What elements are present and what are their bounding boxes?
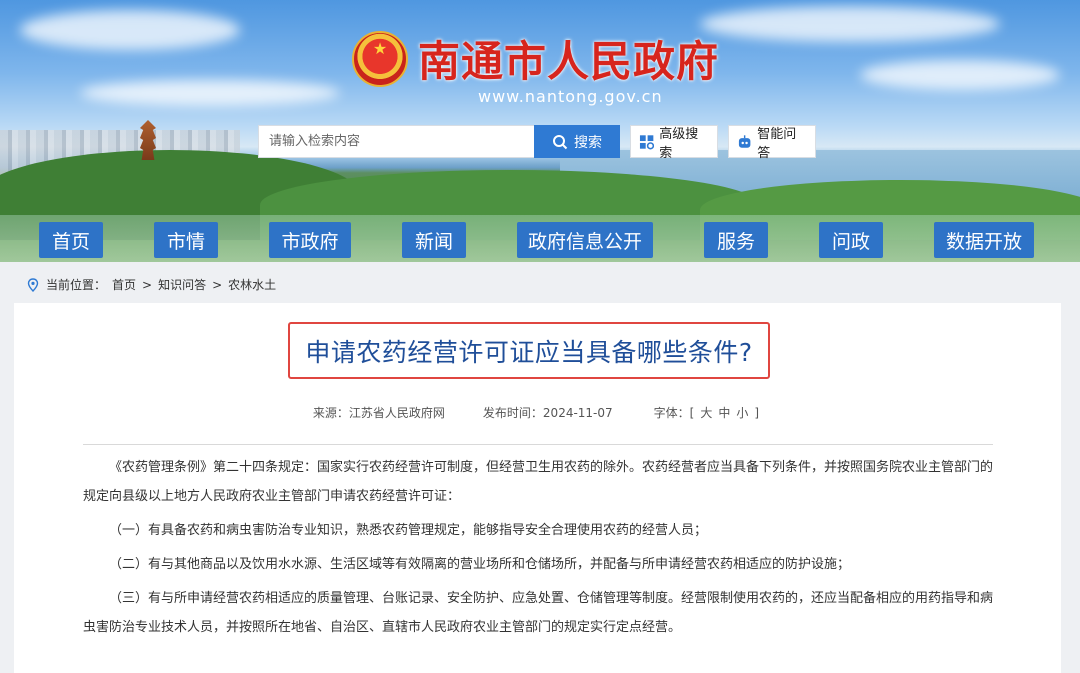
breadcrumb: 当前位置： 首页 > 知识问答 > 农林水土 bbox=[26, 276, 276, 293]
search-button-label: 搜索 bbox=[574, 134, 602, 151]
font-size-medium[interactable]: 中 bbox=[718, 406, 730, 420]
article-paragraph: （二）有与其他商品以及饮用水水源、生活区域等有效隔离的营业场所和仓储场所，并配备… bbox=[109, 557, 851, 572]
nav-item-gov-info-disclosure[interactable]: 政府信息公开 bbox=[517, 222, 653, 258]
header-banner: 南通市人民政府 www.nantong.gov.cn 搜索 高级搜索 智能问答 bbox=[0, 0, 1080, 262]
nav-item-home[interactable]: 首页 bbox=[39, 222, 103, 258]
nav-item-open-data[interactable]: 数据开放 bbox=[934, 222, 1034, 258]
article-paragraph: （一）有具备农药和病虫害防治专业知识，熟悉农药管理规定，能够指导安全合理使用农药… bbox=[109, 523, 708, 538]
article-title: 申请农药经营许可证应当具备哪些条件? bbox=[305, 337, 753, 367]
grid-icon bbox=[639, 134, 655, 149]
site-url: www.nantong.gov.cn bbox=[478, 87, 663, 106]
divider bbox=[83, 444, 993, 445]
nav-item-news[interactable]: 新闻 bbox=[402, 222, 466, 258]
site-name: 南通市人民政府 bbox=[418, 37, 720, 86]
advanced-search-label: 高级搜索 bbox=[659, 126, 699, 161]
cloud-decoration bbox=[700, 6, 1000, 42]
cloud-decoration bbox=[20, 10, 240, 50]
cloud-decoration bbox=[860, 60, 1060, 90]
font-size-switcher: 字体：[ 大中小] bbox=[651, 404, 762, 421]
breadcrumb-separator: > bbox=[142, 277, 153, 292]
font-size-close: ] bbox=[754, 406, 760, 420]
article-body: 《农药管理条例》第二十四条规定：国家实行农药经营许可制度，但经营卫生用农药的除外… bbox=[83, 453, 993, 647]
breadcrumb-link-knowledge-qa[interactable]: 知识问答 bbox=[158, 276, 206, 293]
smart-qa-label: 智能问答 bbox=[757, 126, 797, 161]
nav-item-inquiry[interactable]: 问政 bbox=[819, 222, 883, 258]
search-bar: 搜索 bbox=[258, 125, 620, 158]
font-size-large[interactable]: 大 bbox=[700, 406, 712, 420]
article-paragraph: （三）有与所申请经营农药相适应的质量管理、台账记录、安全防护、应急处置、仓储管理… bbox=[83, 591, 994, 635]
nav-item-services[interactable]: 服务 bbox=[704, 222, 768, 258]
main-nav: 首页 市情 市政府 新闻 政府信息公开 服务 问政 数据开放 bbox=[0, 222, 1080, 258]
site-logo[interactable]: 南通市人民政府 bbox=[352, 28, 719, 89]
location-pin-icon bbox=[27, 277, 39, 292]
nav-item-city-info[interactable]: 市情 bbox=[154, 222, 218, 258]
smart-qa-button[interactable]: 智能问答 bbox=[728, 125, 816, 161]
article-meta: 来源：江苏省人民政府网 发布时间：2024-11-07 字体：[ 大中小] bbox=[14, 404, 1061, 421]
breadcrumb-separator: > bbox=[212, 277, 223, 292]
article-source: 来源：江苏省人民政府网 bbox=[312, 406, 445, 420]
cloud-decoration bbox=[80, 80, 340, 106]
article-date: 发布时间：2024-11-07 bbox=[482, 406, 613, 420]
search-button[interactable]: 搜索 bbox=[534, 125, 620, 158]
article-paragraph: 《农药管理条例》第二十四条规定：国家实行农药经营许可制度，但经营卫生用农药的除外… bbox=[83, 460, 994, 504]
font-size-small[interactable]: 小 bbox=[736, 406, 748, 420]
search-icon bbox=[553, 134, 568, 149]
robot-icon bbox=[738, 134, 751, 148]
font-size-label: 字体：[ bbox=[653, 406, 695, 420]
breadcrumb-link-agriculture[interactable]: 农林水土 bbox=[228, 276, 276, 293]
breadcrumb-link-home[interactable]: 首页 bbox=[112, 276, 136, 293]
advanced-search-button[interactable]: 高级搜索 bbox=[630, 125, 718, 161]
nav-item-city-government[interactable]: 市政府 bbox=[269, 222, 351, 258]
article-container: 申请农药经营许可证应当具备哪些条件? 来源：江苏省人民政府网 发布时间：2024… bbox=[14, 303, 1061, 673]
article-title-box: 申请农药经营许可证应当具备哪些条件? bbox=[288, 322, 770, 379]
search-input[interactable] bbox=[258, 125, 534, 158]
breadcrumb-prefix: 当前位置： bbox=[46, 278, 107, 292]
national-emblem-icon bbox=[352, 30, 408, 87]
